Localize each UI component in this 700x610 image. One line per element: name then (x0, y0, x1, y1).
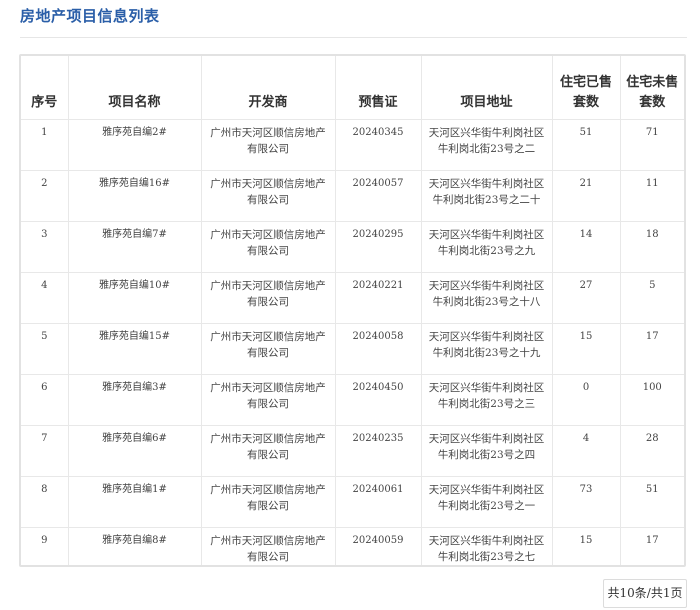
page-title: 房地产项目信息列表 (20, 7, 160, 25)
table-row: 9 雅序苑自编8# 广州市天河区顺信房地产有限公司 20240059 天河区兴华街牛利岗… (21, 527, 684, 565)
cell-developer: 广州市天河区顺信房地产有限公司 (200, 527, 336, 565)
cell-address: 天河区兴华街牛利岗社区牛利岗北街23号之七 (420, 527, 553, 565)
cell-no: 5 (21, 323, 69, 375)
cell-permit: 20240235 (334, 425, 422, 477)
table-row: 3 雅序苑自编7# 广州市天河区顺信房地产有限公司 20240295 天河区兴华街牛利岗… (21, 221, 684, 273)
cell-address: 天河区兴华街牛利岗社区牛利岗北街23号之三 (420, 374, 553, 426)
cell-no: 1 (21, 119, 69, 171)
cell-name: 雅序苑自编7# (67, 221, 202, 273)
cell-no: 2 (21, 170, 69, 222)
cell-permit: 20240345 (334, 119, 422, 171)
cell-sold: 4 (551, 425, 621, 477)
cell-no: 6 (21, 374, 69, 426)
cell-unsold: 18 (619, 221, 684, 273)
title-divider (20, 37, 687, 38)
cell-permit: 20240059 (334, 527, 422, 565)
cell-name: 雅序苑自编10# (67, 272, 202, 324)
cell-unsold: 71 (619, 119, 684, 171)
table-row: 8 雅序苑自编1# 广州市天河区顺信房地产有限公司 20240061 天河区兴华街牛利岗… (21, 476, 684, 528)
cell-address: 天河区兴华街牛利岗社区牛利岗北街23号之十九 (420, 323, 553, 375)
cell-unsold: 100 (619, 374, 684, 426)
table-row: 1 雅序苑自编2# 广州市天河区顺信房地产有限公司 20240345 天河区兴华街牛利岗… (21, 119, 684, 171)
cell-address: 天河区兴华街牛利岗社区牛利岗北街23号之四 (420, 425, 553, 477)
cell-developer: 广州市天河区顺信房地产有限公司 (200, 425, 336, 477)
cell-permit: 20240057 (334, 170, 422, 222)
pagination-summary: 共10条/共1页 (603, 579, 687, 608)
cell-unsold: 5 (619, 272, 684, 324)
project-table-container: 序号 项目名称 开发商 预售证 项目地址 住宅已售套数 住宅未售套数 1 雅序苑自… (19, 54, 686, 567)
cell-permit: 20240295 (334, 221, 422, 273)
cell-unsold: 11 (619, 170, 684, 222)
cell-unsold: 17 (619, 527, 684, 565)
cell-unsold: 51 (619, 476, 684, 528)
cell-sold: 0 (551, 374, 621, 426)
cell-developer: 广州市天河区顺信房地产有限公司 (200, 119, 336, 171)
cell-permit: 20240221 (334, 272, 422, 324)
cell-permit: 20240058 (334, 323, 422, 375)
cell-unsold: 28 (619, 425, 684, 477)
cell-sold: 73 (551, 476, 621, 528)
cell-name: 雅序苑自编3# (67, 374, 202, 426)
cell-name: 雅序苑自编16# (67, 170, 202, 222)
cell-no: 3 (21, 221, 69, 273)
cell-sold: 15 (551, 527, 621, 565)
cell-no: 7 (21, 425, 69, 477)
cell-no: 4 (21, 272, 69, 324)
cell-no: 9 (21, 527, 69, 565)
cell-address: 天河区兴华街牛利岗社区牛利岗北街23号之二 (420, 119, 553, 171)
cell-name: 雅序苑自编1# (67, 476, 202, 528)
cell-sold: 14 (551, 221, 621, 273)
cell-address: 天河区兴华街牛利岗社区牛利岗北街23号之一 (420, 476, 553, 528)
column-header-developer: 开发商 (200, 56, 336, 120)
cell-sold: 21 (551, 170, 621, 222)
cell-name: 雅序苑自编2# (67, 119, 202, 171)
column-header-sold: 住宅已售套数 (551, 56, 621, 120)
cell-address: 天河区兴华街牛利岗社区牛利岗北街23号之十八 (420, 272, 553, 324)
table-row: 2 雅序苑自编16# 广州市天河区顺信房地产有限公司 20240057 天河区兴华街牛利… (21, 170, 684, 222)
cell-unsold: 17 (619, 323, 684, 375)
table-row: 5 雅序苑自编15# 广州市天河区顺信房地产有限公司 20240058 天河区兴华街牛利… (21, 323, 684, 375)
table-body: 1 雅序苑自编2# 广州市天河区顺信房地产有限公司 20240345 天河区兴华街牛利岗… (21, 119, 684, 565)
column-header-name: 项目名称 (67, 56, 202, 120)
cell-sold: 27 (551, 272, 621, 324)
cell-developer: 广州市天河区顺信房地产有限公司 (200, 170, 336, 222)
cell-no: 8 (21, 476, 69, 528)
cell-developer: 广州市天河区顺信房地产有限公司 (200, 476, 336, 528)
cell-sold: 15 (551, 323, 621, 375)
cell-address: 天河区兴华街牛利岗社区牛利岗北街23号之二十 (420, 170, 553, 222)
column-header-no: 序号 (21, 56, 69, 120)
cell-address: 天河区兴华街牛利岗社区牛利岗北街23号之九 (420, 221, 553, 273)
project-table: 序号 项目名称 开发商 预售证 项目地址 住宅已售套数 住宅未售套数 1 雅序苑自… (21, 56, 684, 565)
cell-permit: 20240061 (334, 476, 422, 528)
table-row: 6 雅序苑自编3# 广州市天河区顺信房地产有限公司 20240450 天河区兴华街牛利岗… (21, 374, 684, 426)
cell-name: 雅序苑自编8# (67, 527, 202, 565)
column-header-address: 项目地址 (420, 56, 553, 120)
cell-sold: 51 (551, 119, 621, 171)
cell-name: 雅序苑自编6# (67, 425, 202, 477)
table-header-row: 序号 项目名称 开发商 预售证 项目地址 住宅已售套数 住宅未售套数 (21, 56, 684, 120)
table-row: 7 雅序苑自编6# 广州市天河区顺信房地产有限公司 20240235 天河区兴华街牛利岗… (21, 425, 684, 477)
cell-name: 雅序苑自编15# (67, 323, 202, 375)
cell-permit: 20240450 (334, 374, 422, 426)
cell-developer: 广州市天河区顺信房地产有限公司 (200, 374, 336, 426)
column-header-unsold: 住宅未售套数 (619, 56, 684, 120)
cell-developer: 广州市天河区顺信房地产有限公司 (200, 221, 336, 273)
cell-developer: 广州市天河区顺信房地产有限公司 (200, 272, 336, 324)
column-header-permit: 预售证 (334, 56, 422, 120)
table-row: 4 雅序苑自编10# 广州市天河区顺信房地产有限公司 20240221 天河区兴华街牛利… (21, 272, 684, 324)
cell-developer: 广州市天河区顺信房地产有限公司 (200, 323, 336, 375)
